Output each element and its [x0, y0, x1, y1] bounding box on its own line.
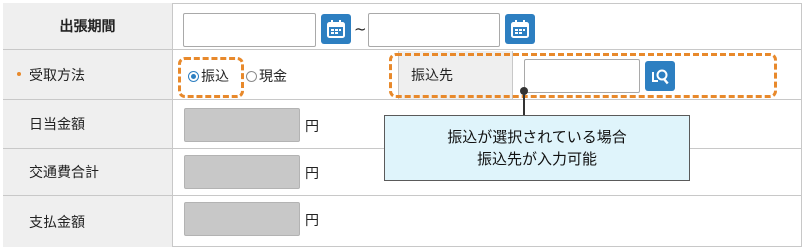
row-payment-amount: 支払金額	[3, 196, 802, 247]
transfer-option-highlight	[178, 57, 244, 98]
period-start-input[interactable]	[183, 13, 316, 47]
radio-cash-label: 現金	[259, 69, 287, 85]
transfer-destination-highlight	[389, 53, 777, 98]
callout-line-2: 振込先が入力可能	[476, 150, 597, 168]
daily-allowance-unit: 円	[305, 119, 319, 135]
daily-allowance-field	[184, 108, 300, 142]
calendar-icon	[327, 20, 345, 38]
receipt-method-label: 受取方法	[3, 50, 173, 99]
calendar-icon	[511, 20, 529, 38]
required-marker	[17, 71, 21, 76]
transport-total-field	[184, 155, 300, 189]
callout-connector	[523, 91, 525, 115]
period-end-input[interactable]	[368, 13, 500, 47]
period-label: 出張期間	[3, 3, 173, 49]
range-separator: ~	[354, 20, 367, 38]
payment-amount-field	[184, 202, 300, 236]
receipt-method-label-text: 受取方法	[29, 67, 85, 84]
period-start-calendar-button[interactable]	[321, 14, 351, 44]
transport-total-unit: 円	[305, 166, 319, 182]
daily-allowance-label: 日当金額	[3, 100, 173, 148]
callout-line-1: 振込が選択されている場合	[447, 128, 627, 146]
callout-note: 振込が選択されている場合 振込先が入力可能	[384, 115, 690, 181]
payment-amount-label: 支払金額	[3, 196, 173, 247]
radio-cash[interactable]: 現金	[246, 66, 287, 86]
payment-amount-unit: 円	[305, 213, 319, 229]
radio-cash-indicator[interactable]	[246, 70, 257, 82]
transport-total-label: 交通費合計	[3, 149, 173, 195]
period-end-calendar-button[interactable]	[505, 14, 535, 44]
